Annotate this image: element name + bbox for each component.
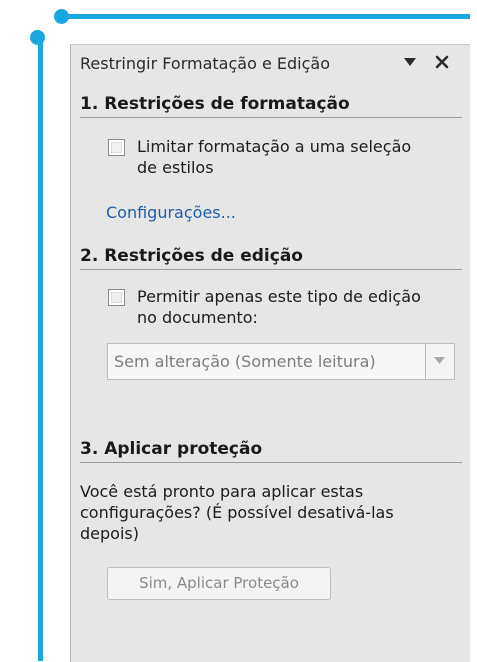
allow-editing-label-line2: no documento:: [137, 308, 258, 327]
apply-protection-text-line3: depois): [80, 524, 139, 543]
chevron-down-icon: [434, 357, 445, 364]
apply-protection-text-line2: configurações? (É possível desativá-las: [80, 503, 394, 522]
settings-link[interactable]: Configurações...: [106, 203, 236, 222]
editing-restrictions-title: 2. Restrições de edição: [80, 246, 303, 266]
pane-header: Restringir Formatação e Edição: [71, 45, 470, 81]
restrict-formatting-editing-pane: Restringir Formatação e Edição 1. Restri…: [70, 44, 470, 662]
editing-type-value: Sem alteração (Somente leitura): [114, 352, 376, 371]
limit-formatting-label-line2: de estilos: [137, 158, 214, 177]
allow-editing-checkbox[interactable]: [108, 289, 125, 306]
pane-title: Restringir Formatação e Edição: [80, 54, 330, 73]
callout-line-horizontal: [62, 14, 470, 19]
editing-type-select[interactable]: Sem alteração (Somente leitura): [107, 343, 455, 380]
limit-formatting-label-line1: Limitar formatação a uma seleção: [137, 137, 412, 156]
limit-formatting-label: Limitar formatação a uma seleção de esti…: [137, 136, 411, 178]
apply-protection-text-line1: Você está pronto para aplicar estas: [80, 482, 364, 501]
close-icon[interactable]: [434, 54, 450, 70]
callout-line-vertical: [38, 38, 43, 661]
allow-editing-label-line1: Permitir apenas este tipo de edição: [137, 287, 421, 306]
callout-dot-top: [54, 9, 69, 24]
apply-protection-title: 3. Aplicar proteção: [80, 439, 263, 459]
chevron-down-icon[interactable]: [402, 54, 418, 70]
apply-protection-button[interactable]: Sim, Aplicar Proteção: [107, 567, 331, 600]
apply-protection-text: Você está pronto para aplicar estas conf…: [80, 481, 394, 544]
section-divider: [80, 117, 462, 118]
formatting-restrictions-title: 1. Restrições de formatação: [80, 94, 350, 114]
callout-dot-left: [30, 30, 45, 45]
select-dropdown-button[interactable]: [425, 344, 454, 379]
section-divider: [80, 462, 462, 463]
limit-formatting-checkbox[interactable]: [108, 139, 125, 156]
allow-editing-label: Permitir apenas este tipo de edição no d…: [137, 286, 421, 328]
section-divider: [80, 269, 462, 270]
